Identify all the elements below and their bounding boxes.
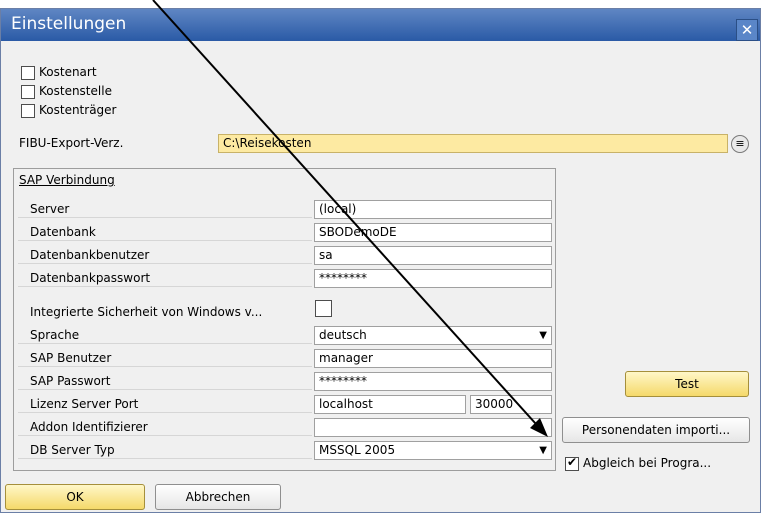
annotation-arrow bbox=[152, 0, 548, 437]
